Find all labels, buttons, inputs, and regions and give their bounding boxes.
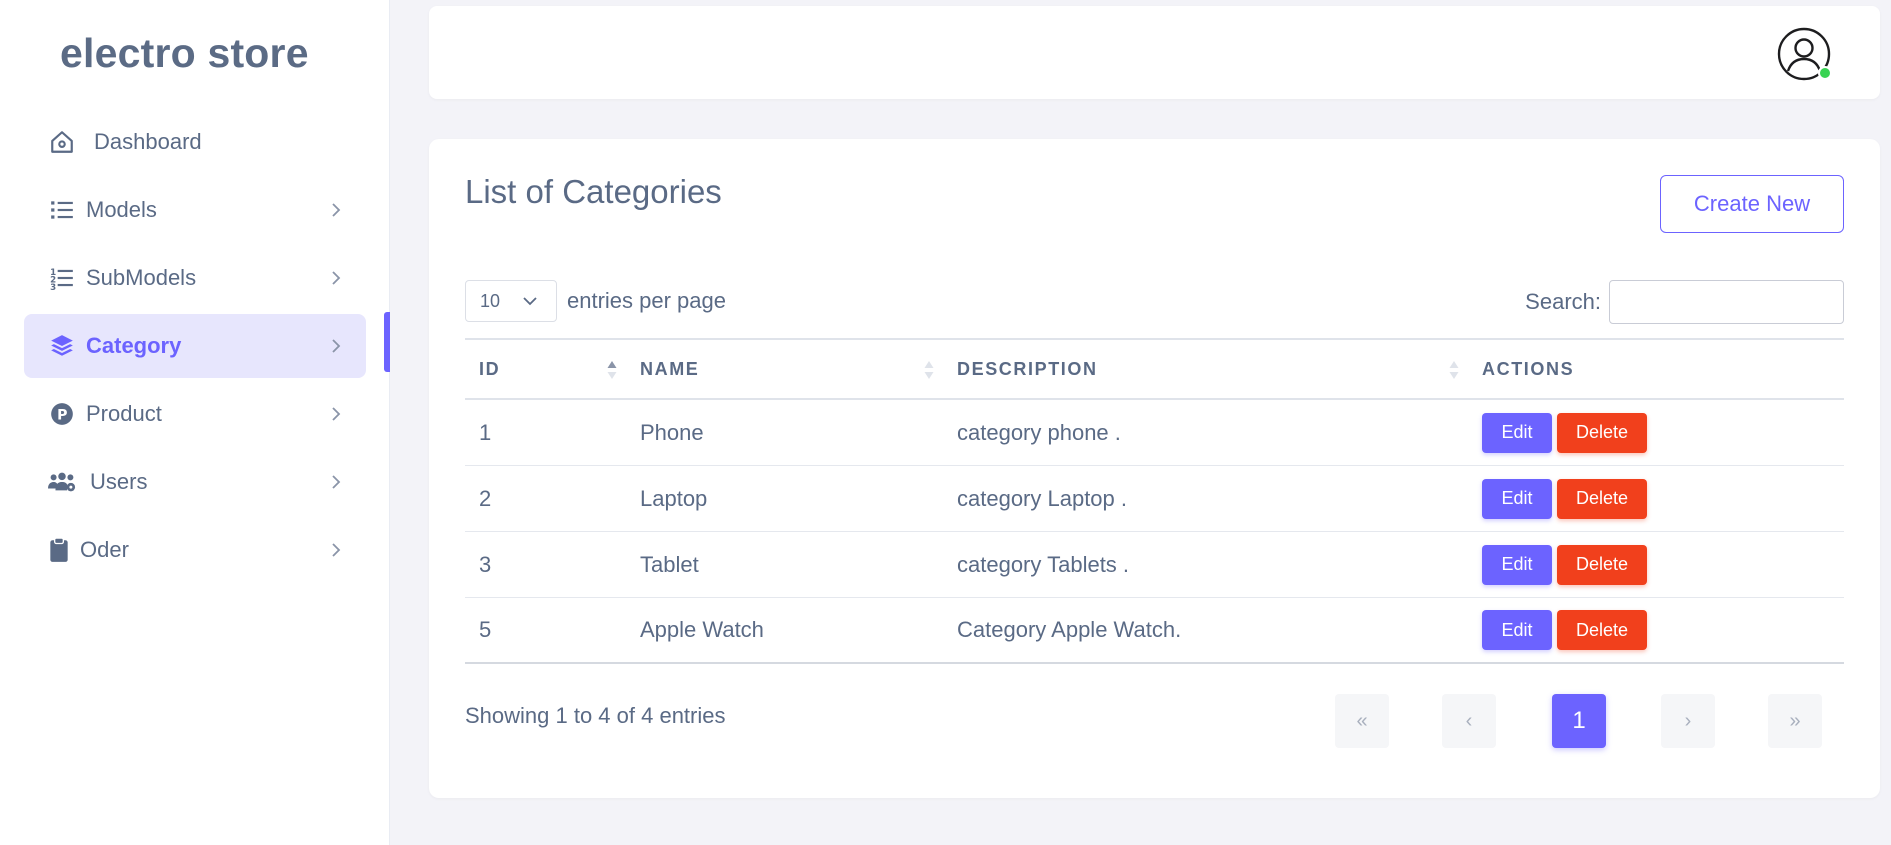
sort-icon — [1449, 361, 1459, 379]
chevron-down-icon — [523, 297, 537, 306]
delete-button[interactable]: Delete — [1557, 544, 1647, 585]
sidebar-item-label: Models — [86, 197, 157, 222]
cell-description: category Laptop . — [957, 485, 1128, 511]
top-header — [429, 6, 1880, 99]
cell-description: Category Apple Watch. — [957, 617, 1182, 642]
table-row: 1 Phone category phone . Edit Delete — [465, 400, 1844, 466]
entries-per-page: 10 entries per page — [465, 280, 726, 322]
column-label: ACTIONS — [1482, 358, 1575, 379]
table-row: 2 Laptop category Laptop . Edit Delete — [465, 466, 1844, 532]
cell-id: 2 — [479, 485, 492, 511]
search-label: Search: — [1525, 289, 1601, 314]
sort-asc-icon — [607, 361, 617, 379]
home-icon — [48, 128, 76, 156]
chevron-right-icon — [332, 543, 341, 557]
edit-button[interactable]: Edit — [1482, 412, 1552, 453]
page-current-button[interactable]: 1 — [1552, 694, 1606, 748]
column-label: DESCRIPTION — [957, 358, 1098, 379]
table-row: 5 Apple Watch Category Apple Watch. Edit… — [465, 598, 1844, 664]
cell-id: 1 — [479, 419, 492, 445]
cell-description: category Tablets . — [957, 551, 1130, 577]
edit-button[interactable]: Edit — [1482, 610, 1552, 650]
categories-card: List of Categories Create New 10 entries… — [429, 139, 1880, 798]
categories-table: ID NAME DESCRIPTION ACTIONS 1 Phone cate… — [465, 338, 1844, 664]
list-icon — [48, 196, 76, 224]
cell-actions: Edit Delete — [1482, 466, 1844, 531]
brand-logo[interactable]: electro store — [60, 30, 309, 77]
svg-text:P: P — [57, 407, 67, 423]
cell-actions: Edit Delete — [1482, 532, 1844, 597]
page-next-button[interactable]: › — [1661, 694, 1715, 748]
cell-name: Tablet — [640, 551, 699, 577]
entries-label: entries per page — [567, 288, 726, 313]
sidebar-item-label: Dashboard — [94, 129, 202, 154]
sidebar: electro store Dashboard Models 123 SubMo… — [0, 0, 390, 845]
table-header: ID NAME DESCRIPTION ACTIONS — [465, 340, 1844, 400]
delete-button[interactable]: Delete — [1557, 478, 1647, 519]
cell-name: Laptop — [640, 485, 708, 511]
sidebar-item-label: Oder — [80, 537, 129, 562]
sidebar-item-product[interactable]: P Product — [24, 382, 366, 446]
page-title: List of Categories — [465, 173, 722, 210]
user-avatar[interactable] — [1776, 26, 1832, 82]
delete-button[interactable]: Delete — [1557, 412, 1647, 453]
cell-actions: Edit Delete — [1482, 400, 1844, 465]
entries-value: 10 — [480, 290, 501, 311]
chevron-right-icon — [332, 407, 341, 421]
cell-description: category phone . — [957, 419, 1121, 445]
entries-select[interactable]: 10 — [465, 280, 557, 322]
product-p-icon: P — [48, 400, 76, 428]
sidebar-item-label: Product — [86, 401, 162, 426]
delete-button[interactable]: Delete — [1557, 610, 1647, 650]
column-header-actions: ACTIONS — [1482, 340, 1844, 398]
edit-button[interactable]: Edit — [1482, 544, 1552, 585]
page-first-button[interactable]: « — [1335, 694, 1389, 748]
column-header-id[interactable]: ID — [465, 340, 640, 398]
online-status-dot — [1818, 66, 1832, 80]
create-new-button[interactable]: Create New — [1660, 175, 1844, 233]
sidebar-nav: Dashboard Models 123 SubModels Category — [24, 110, 366, 586]
column-header-name[interactable]: NAME — [640, 340, 957, 398]
pagination: « ‹ 1 › » — [429, 694, 1880, 748]
layers-icon — [48, 332, 76, 360]
cell-name: Phone — [640, 419, 704, 445]
ordered-list-icon: 123 — [48, 264, 76, 292]
chevron-right-icon — [332, 475, 341, 489]
cell-id: 3 — [479, 551, 492, 577]
sidebar-item-dashboard[interactable]: Dashboard — [24, 110, 366, 174]
active-indicator — [384, 312, 390, 372]
cell-id: 5 — [479, 617, 492, 642]
sidebar-item-category[interactable]: Category — [24, 314, 366, 378]
column-header-description[interactable]: DESCRIPTION — [957, 340, 1482, 398]
sidebar-item-submodels[interactable]: 123 SubModels — [24, 246, 366, 310]
cell-name: Apple Watch — [640, 617, 764, 642]
page-last-button[interactable]: » — [1768, 694, 1822, 748]
chevron-right-icon — [332, 203, 341, 217]
column-label: NAME — [640, 358, 700, 379]
chevron-right-icon — [332, 271, 341, 285]
sidebar-item-label: Category — [86, 333, 182, 358]
sort-icon — [924, 361, 934, 379]
chevron-right-icon — [332, 339, 341, 353]
clipboard-icon — [48, 536, 70, 564]
svg-text:3: 3 — [50, 283, 56, 291]
sidebar-item-oder[interactable]: Oder — [24, 518, 366, 582]
edit-button[interactable]: Edit — [1482, 478, 1552, 519]
search-box: Search: — [1525, 280, 1844, 324]
sidebar-item-users[interactable]: Users — [24, 450, 366, 514]
sidebar-item-label: Users — [90, 469, 148, 494]
table-row: 3 Tablet category Tablets . Edit Delete — [465, 532, 1844, 598]
search-input[interactable] — [1609, 280, 1844, 324]
column-label: ID — [479, 358, 501, 379]
sidebar-item-label: SubModels — [86, 265, 197, 290]
sidebar-item-models[interactable]: Models — [24, 178, 366, 242]
page-prev-button[interactable]: ‹ — [1442, 694, 1496, 748]
cell-actions: Edit Delete — [1482, 598, 1844, 662]
users-gear-icon — [48, 468, 76, 496]
